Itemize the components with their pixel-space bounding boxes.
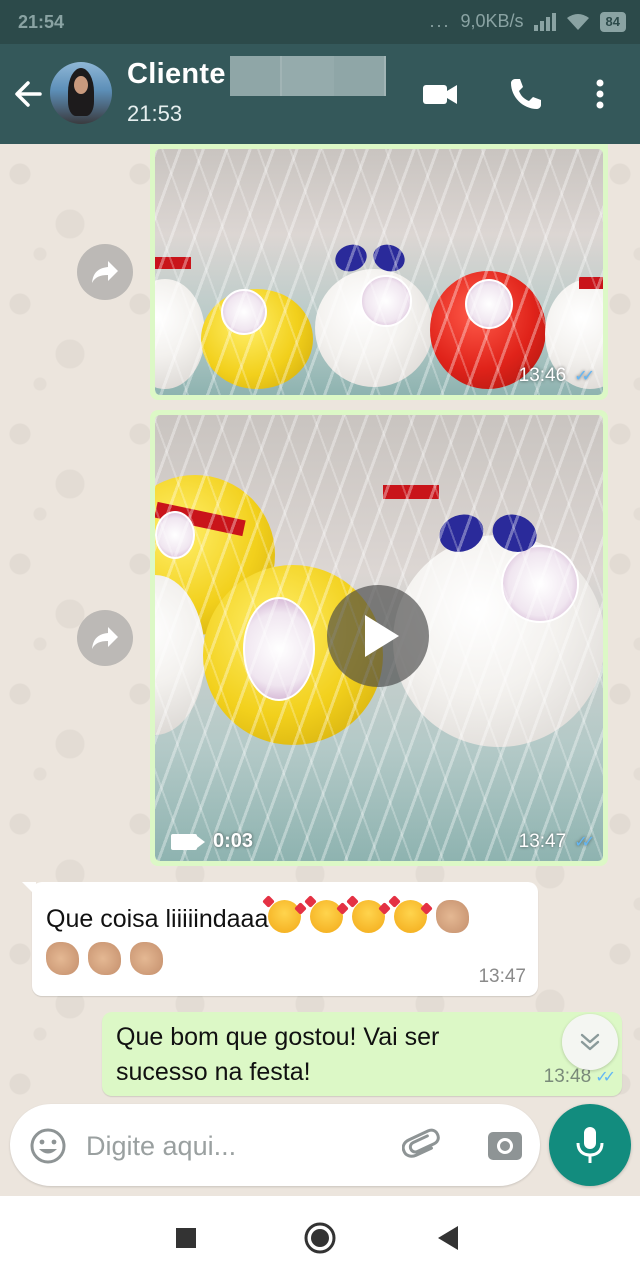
- message-text: Que coisa liiiiindaaa: [46, 898, 522, 982]
- outgoing-message[interactable]: Que bom que gostou! Vai ser sucesso na f…: [102, 1012, 622, 1096]
- videocam-icon: [171, 833, 205, 850]
- back-arrow-icon[interactable]: [10, 74, 46, 114]
- camera-icon[interactable]: [484, 1124, 526, 1166]
- image-message[interactable]: 13:46 ✓✓: [150, 144, 608, 400]
- forward-icon: [92, 627, 118, 649]
- status-time: 21:54: [18, 12, 65, 32]
- forward-button[interactable]: [77, 244, 133, 300]
- video-thumbnail[interactable]: 0:03 13:47 ✓✓: [155, 415, 603, 861]
- message-time: 13:46 ✓✓: [518, 365, 595, 387]
- image-photo[interactable]: 13:46 ✓✓: [155, 149, 603, 395]
- double-check-icon: ✓✓: [574, 834, 595, 851]
- video-duration-text: 0:03: [213, 830, 254, 852]
- last-seen: 21:53: [127, 101, 183, 126]
- chat-area[interactable]: 13:46 ✓✓ 0:03 13:47 ✓✓ Que coisa liiiiin…: [0, 144, 640, 1104]
- phone-icon[interactable]: [506, 74, 546, 114]
- contact-avatar[interactable]: [50, 62, 112, 124]
- photo-wrap: [155, 149, 603, 395]
- clapping-hands-icon: [88, 942, 121, 975]
- forward-button[interactable]: [77, 610, 133, 666]
- status-bar: 21:54 ... 9,0KB/s 84: [0, 0, 640, 44]
- message-time: 13:48 ✓✓: [544, 1066, 616, 1088]
- message-time-text: 13:46: [518, 365, 567, 386]
- video-duration: 0:03: [171, 830, 253, 853]
- message-time-text: 13:47: [518, 831, 567, 852]
- incoming-message[interactable]: Que coisa liiiiindaaa 13:47: [22, 882, 538, 996]
- system-nav-bar: [0, 1196, 640, 1280]
- smiling-face-with-hearts-icon: [310, 900, 344, 933]
- more-vertical-icon[interactable]: [584, 74, 624, 114]
- clapping-hands-icon: [436, 900, 470, 933]
- clapping-hands-icon: [46, 942, 79, 975]
- compose-bar: [10, 1104, 540, 1186]
- nav-recents-icon[interactable]: [168, 1220, 204, 1256]
- emoji-icon[interactable]: [28, 1126, 68, 1166]
- smiling-face-with-hearts-icon: [268, 900, 302, 933]
- signal-icon: [533, 12, 556, 31]
- clapping-hands-icon: [130, 942, 163, 975]
- nav-back-icon[interactable]: [430, 1220, 466, 1256]
- wifi-icon: [566, 13, 589, 30]
- battery-indicator: 84: [599, 11, 626, 32]
- contact-name[interactable]: Cliente: [127, 58, 226, 91]
- forward-icon: [92, 261, 118, 283]
- status-dots: ...: [429, 11, 451, 31]
- message-text-line1: Que bom que gostou! Vai ser: [116, 1023, 440, 1051]
- message-text-content: Que coisa liiiiindaaa: [46, 905, 269, 933]
- video-message[interactable]: 0:03 13:47 ✓✓: [150, 410, 608, 866]
- message-text-line2: sucesso na festa!: [116, 1058, 311, 1086]
- play-icon: [365, 615, 399, 657]
- scroll-to-bottom-button[interactable]: [562, 1014, 618, 1070]
- paperclip-icon[interactable]: [402, 1124, 444, 1166]
- chevron-double-down-icon: [580, 1033, 600, 1051]
- chat-header: Cliente 21:53: [0, 44, 640, 144]
- avatar-face: [74, 76, 88, 94]
- message-text: Que bom que gostou! Vai ser sucesso na f…: [116, 1020, 606, 1090]
- play-button[interactable]: [327, 585, 429, 687]
- nav-home-icon[interactable]: [302, 1220, 338, 1256]
- smiling-face-with-hearts-icon: [394, 900, 428, 933]
- message-time: 13:47 ✓✓: [518, 831, 595, 853]
- network-speed: 9,0KB/s: [460, 11, 524, 31]
- mic-button[interactable]: [549, 1104, 631, 1186]
- redacted-name: [230, 56, 386, 96]
- status-right: ... 9,0KB/s 84: [429, 11, 626, 32]
- video-call-icon[interactable]: [420, 74, 460, 114]
- message-time: 13:47: [478, 966, 526, 987]
- double-check-icon: ✓✓: [595, 1069, 616, 1086]
- message-input[interactable]: [86, 1126, 386, 1166]
- mic-icon: [576, 1127, 604, 1163]
- double-check-icon: ✓✓: [574, 368, 595, 385]
- smiling-face-with-hearts-icon: [352, 900, 386, 933]
